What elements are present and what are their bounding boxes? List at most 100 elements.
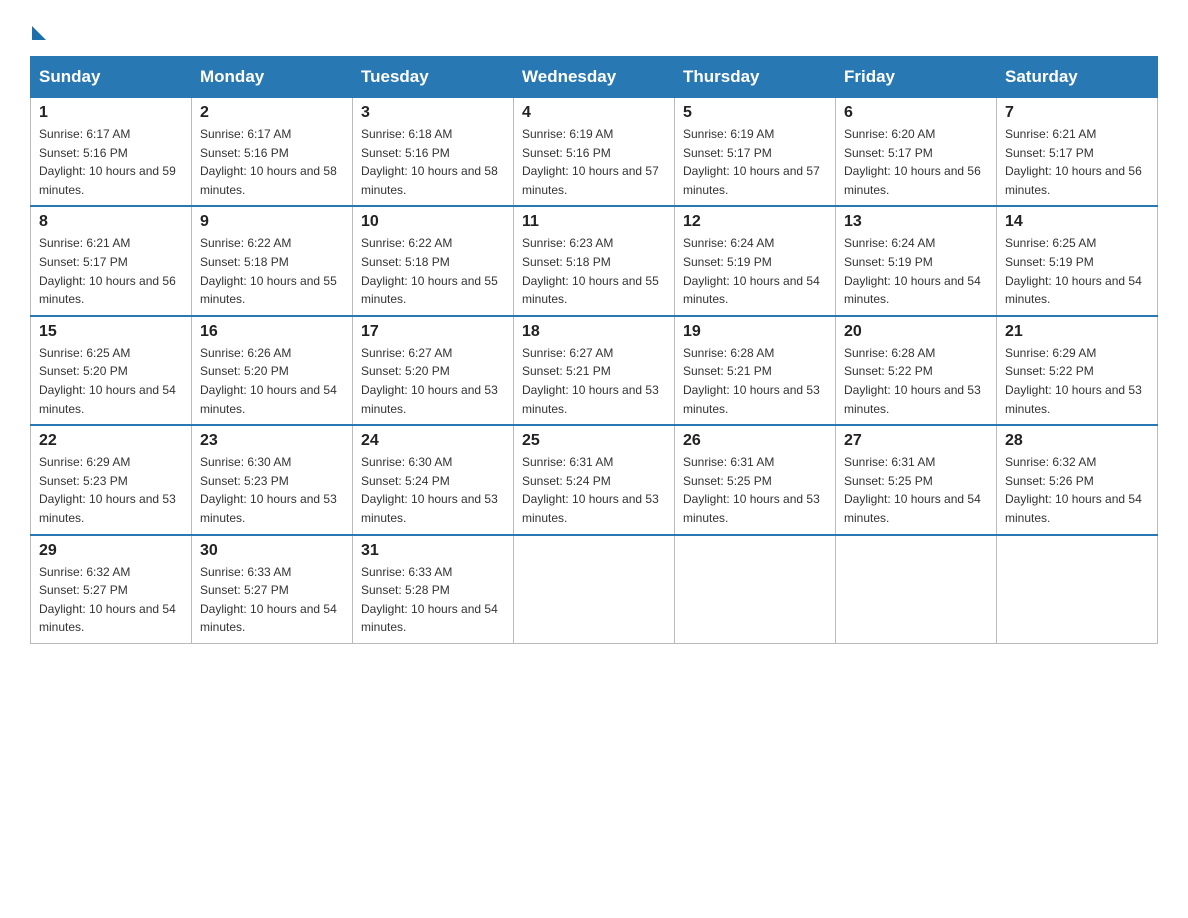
day-info: Sunrise: 6:26 AMSunset: 5:20 PMDaylight:… [200,346,337,416]
calendar-week-row-1: 1 Sunrise: 6:17 AMSunset: 5:16 PMDayligh… [31,98,1158,207]
calendar-day-18: 18 Sunrise: 6:27 AMSunset: 5:21 PMDaylig… [514,316,675,425]
day-number: 3 [361,104,505,122]
day-number: 29 [39,542,183,560]
day-number: 20 [844,323,988,341]
day-number: 5 [683,104,827,122]
day-number: 30 [200,542,344,560]
day-info: Sunrise: 6:21 AMSunset: 5:17 PMDaylight:… [39,236,176,306]
day-info: Sunrise: 6:33 AMSunset: 5:27 PMDaylight:… [200,565,337,635]
calendar-day-header-sunday: Sunday [31,57,192,98]
calendar-day-16: 16 Sunrise: 6:26 AMSunset: 5:20 PMDaylig… [192,316,353,425]
day-info: Sunrise: 6:32 AMSunset: 5:26 PMDaylight:… [1005,455,1142,525]
day-number: 13 [844,213,988,231]
calendar-day-20: 20 Sunrise: 6:28 AMSunset: 5:22 PMDaylig… [836,316,997,425]
calendar-day-14: 14 Sunrise: 6:25 AMSunset: 5:19 PMDaylig… [997,206,1158,315]
calendar-day-24: 24 Sunrise: 6:30 AMSunset: 5:24 PMDaylig… [353,425,514,534]
day-number: 2 [200,104,344,122]
day-info: Sunrise: 6:24 AMSunset: 5:19 PMDaylight:… [844,236,981,306]
day-number: 18 [522,323,666,341]
calendar-week-row-4: 22 Sunrise: 6:29 AMSunset: 5:23 PMDaylig… [31,425,1158,534]
day-number: 16 [200,323,344,341]
day-info: Sunrise: 6:17 AMSunset: 5:16 PMDaylight:… [39,127,176,197]
calendar-day-17: 17 Sunrise: 6:27 AMSunset: 5:20 PMDaylig… [353,316,514,425]
day-number: 8 [39,213,183,231]
calendar-day-2: 2 Sunrise: 6:17 AMSunset: 5:16 PMDayligh… [192,98,353,207]
day-number: 31 [361,542,505,560]
day-info: Sunrise: 6:31 AMSunset: 5:24 PMDaylight:… [522,455,659,525]
logo-triangle-icon [32,26,46,40]
day-number: 28 [1005,432,1149,450]
calendar-day-7: 7 Sunrise: 6:21 AMSunset: 5:17 PMDayligh… [997,98,1158,207]
day-number: 4 [522,104,666,122]
calendar-week-row-3: 15 Sunrise: 6:25 AMSunset: 5:20 PMDaylig… [31,316,1158,425]
calendar-day-25: 25 Sunrise: 6:31 AMSunset: 5:24 PMDaylig… [514,425,675,534]
calendar-day-27: 27 Sunrise: 6:31 AMSunset: 5:25 PMDaylig… [836,425,997,534]
calendar-day-12: 12 Sunrise: 6:24 AMSunset: 5:19 PMDaylig… [675,206,836,315]
day-info: Sunrise: 6:30 AMSunset: 5:24 PMDaylight:… [361,455,498,525]
day-info: Sunrise: 6:32 AMSunset: 5:27 PMDaylight:… [39,565,176,635]
calendar-day-header-wednesday: Wednesday [514,57,675,98]
calendar-table: SundayMondayTuesdayWednesdayThursdayFrid… [30,56,1158,644]
calendar-day-13: 13 Sunrise: 6:24 AMSunset: 5:19 PMDaylig… [836,206,997,315]
calendar-day-6: 6 Sunrise: 6:20 AMSunset: 5:17 PMDayligh… [836,98,997,207]
calendar-day-10: 10 Sunrise: 6:22 AMSunset: 5:18 PMDaylig… [353,206,514,315]
day-info: Sunrise: 6:25 AMSunset: 5:19 PMDaylight:… [1005,236,1142,306]
day-number: 10 [361,213,505,231]
calendar-day-26: 26 Sunrise: 6:31 AMSunset: 5:25 PMDaylig… [675,425,836,534]
day-number: 1 [39,104,183,122]
calendar-day-28: 28 Sunrise: 6:32 AMSunset: 5:26 PMDaylig… [997,425,1158,534]
day-number: 19 [683,323,827,341]
logo [30,20,46,36]
day-info: Sunrise: 6:31 AMSunset: 5:25 PMDaylight:… [844,455,981,525]
day-info: Sunrise: 6:31 AMSunset: 5:25 PMDaylight:… [683,455,820,525]
day-info: Sunrise: 6:30 AMSunset: 5:23 PMDaylight:… [200,455,337,525]
calendar-week-row-2: 8 Sunrise: 6:21 AMSunset: 5:17 PMDayligh… [31,206,1158,315]
day-info: Sunrise: 6:33 AMSunset: 5:28 PMDaylight:… [361,565,498,635]
day-number: 14 [1005,213,1149,231]
calendar-day-1: 1 Sunrise: 6:17 AMSunset: 5:16 PMDayligh… [31,98,192,207]
day-number: 11 [522,213,666,231]
day-number: 23 [200,432,344,450]
calendar-day-header-thursday: Thursday [675,57,836,98]
calendar-empty-cell [675,535,836,644]
day-number: 7 [1005,104,1149,122]
day-number: 12 [683,213,827,231]
page-header [30,20,1158,36]
day-info: Sunrise: 6:27 AMSunset: 5:21 PMDaylight:… [522,346,659,416]
calendar-day-30: 30 Sunrise: 6:33 AMSunset: 5:27 PMDaylig… [192,535,353,644]
day-number: 15 [39,323,183,341]
calendar-day-5: 5 Sunrise: 6:19 AMSunset: 5:17 PMDayligh… [675,98,836,207]
day-info: Sunrise: 6:23 AMSunset: 5:18 PMDaylight:… [522,236,659,306]
day-number: 9 [200,213,344,231]
calendar-empty-cell [997,535,1158,644]
calendar-day-23: 23 Sunrise: 6:30 AMSunset: 5:23 PMDaylig… [192,425,353,534]
day-info: Sunrise: 6:19 AMSunset: 5:17 PMDaylight:… [683,127,820,197]
day-info: Sunrise: 6:29 AMSunset: 5:23 PMDaylight:… [39,455,176,525]
day-info: Sunrise: 6:20 AMSunset: 5:17 PMDaylight:… [844,127,981,197]
calendar-day-header-monday: Monday [192,57,353,98]
day-number: 24 [361,432,505,450]
calendar-empty-cell [514,535,675,644]
day-info: Sunrise: 6:17 AMSunset: 5:16 PMDaylight:… [200,127,337,197]
day-number: 21 [1005,323,1149,341]
calendar-day-15: 15 Sunrise: 6:25 AMSunset: 5:20 PMDaylig… [31,316,192,425]
day-info: Sunrise: 6:24 AMSunset: 5:19 PMDaylight:… [683,236,820,306]
day-number: 26 [683,432,827,450]
day-info: Sunrise: 6:27 AMSunset: 5:20 PMDaylight:… [361,346,498,416]
day-number: 22 [39,432,183,450]
day-info: Sunrise: 6:21 AMSunset: 5:17 PMDaylight:… [1005,127,1142,197]
calendar-header-row: SundayMondayTuesdayWednesdayThursdayFrid… [31,57,1158,98]
calendar-day-3: 3 Sunrise: 6:18 AMSunset: 5:16 PMDayligh… [353,98,514,207]
day-info: Sunrise: 6:28 AMSunset: 5:22 PMDaylight:… [844,346,981,416]
calendar-day-29: 29 Sunrise: 6:32 AMSunset: 5:27 PMDaylig… [31,535,192,644]
calendar-day-31: 31 Sunrise: 6:33 AMSunset: 5:28 PMDaylig… [353,535,514,644]
calendar-day-8: 8 Sunrise: 6:21 AMSunset: 5:17 PMDayligh… [31,206,192,315]
day-info: Sunrise: 6:25 AMSunset: 5:20 PMDaylight:… [39,346,176,416]
calendar-week-row-5: 29 Sunrise: 6:32 AMSunset: 5:27 PMDaylig… [31,535,1158,644]
calendar-day-4: 4 Sunrise: 6:19 AMSunset: 5:16 PMDayligh… [514,98,675,207]
calendar-day-22: 22 Sunrise: 6:29 AMSunset: 5:23 PMDaylig… [31,425,192,534]
day-info: Sunrise: 6:19 AMSunset: 5:16 PMDaylight:… [522,127,659,197]
day-info: Sunrise: 6:28 AMSunset: 5:21 PMDaylight:… [683,346,820,416]
calendar-day-21: 21 Sunrise: 6:29 AMSunset: 5:22 PMDaylig… [997,316,1158,425]
calendar-day-11: 11 Sunrise: 6:23 AMSunset: 5:18 PMDaylig… [514,206,675,315]
